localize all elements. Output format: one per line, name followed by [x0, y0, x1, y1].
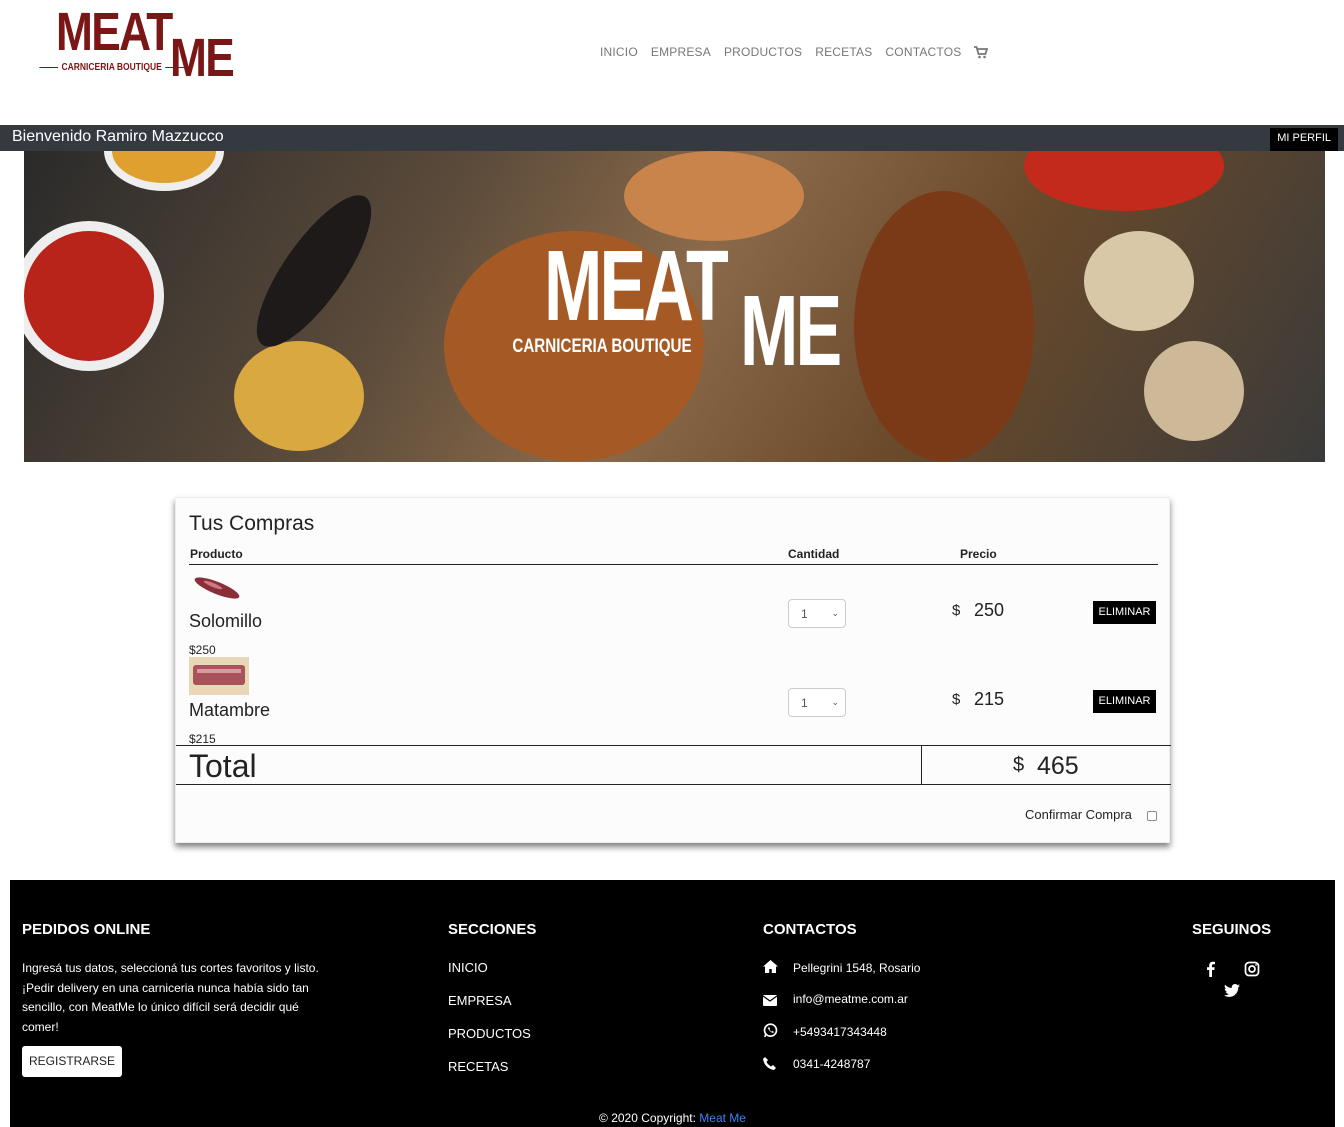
- footer-link-recetas[interactable]: RECETAS: [448, 1059, 508, 1074]
- instagram-icon[interactable]: [1244, 961, 1260, 977]
- footer-link-productos[interactable]: PRODUCTOS: [448, 1026, 531, 1041]
- product-name: Matambre: [189, 700, 271, 720]
- brand-logo[interactable]: MEAT ME CARNICERIA BOUTIQUE: [36, 4, 236, 86]
- whatsapp-icon: [763, 1023, 778, 1038]
- hero-logo: MEAT ME CARNICERIA BOUTIQUE: [506, 230, 846, 381]
- mushroom-image-2: [1144, 341, 1244, 441]
- quantity-value: 1: [801, 696, 808, 710]
- nav-contactos[interactable]: CONTACTOS: [885, 45, 961, 59]
- chevron-down-icon: ⌄: [831, 608, 839, 618]
- total-divider: [921, 746, 922, 784]
- welcome-bar: Bienvenido Ramiro Mazzucco MI PERFIL: [0, 125, 1344, 151]
- cart-row: Matambre $215 1 ⌄ $ 215 ELIMINAR: [189, 657, 1158, 746]
- column-header-quantity: Cantidad: [788, 547, 840, 561]
- cart-row: Solomillo $250 1 ⌄ $ 250 ELIMINAR: [189, 568, 1158, 657]
- welcome-text: Bienvenido Ramiro Mazzucco: [12, 128, 224, 145]
- home-icon: [763, 960, 778, 974]
- product-thumbnail: [189, 657, 249, 695]
- quantity-select[interactable]: 1 ⌄: [788, 599, 846, 628]
- hero-logo-tagline: CARNICERIA BOUTIQUE: [512, 336, 692, 357]
- quantity-select[interactable]: 1 ⌄: [788, 688, 846, 717]
- total-value: 465: [1037, 752, 1079, 780]
- contact-whatsapp[interactable]: +5493417343448: [793, 1025, 887, 1039]
- pepper-image: [1024, 151, 1224, 211]
- footer-contacts-title: CONTACTOS: [763, 921, 857, 938]
- product-unit-price: $215: [189, 732, 216, 746]
- product-price: 250: [974, 600, 1005, 620]
- nav-productos[interactable]: PRODUCTOS: [724, 45, 802, 59]
- cart-title: Tus Compras: [189, 512, 315, 535]
- product-thumbnail: [189, 568, 249, 606]
- my-profile-button[interactable]: MI PERFIL: [1270, 128, 1338, 151]
- contact-phone[interactable]: 0341-4248787: [793, 1057, 870, 1071]
- footer-link-empresa[interactable]: EMPRESA: [448, 993, 512, 1008]
- chevron-down-icon: ⌄: [831, 697, 839, 707]
- twitter-icon[interactable]: [1224, 984, 1240, 1000]
- cart-table-header: Producto Cantidad Precio: [189, 547, 1158, 565]
- meat-image: [854, 191, 1034, 461]
- confirm-purchase-checkbox[interactable]: [1147, 811, 1157, 821]
- logo-tagline: CARNICERIA BOUTIQUE: [36, 62, 162, 73]
- footer-link-inicio[interactable]: INICIO: [448, 960, 488, 975]
- cheese-bowl-image: [104, 151, 224, 191]
- confirm-purchase-label: Confirmar Compra: [1025, 807, 1132, 822]
- potato-image: [234, 341, 364, 451]
- main-nav: INICIO EMPRESA PRODUCTOS RECETAS CONTACT…: [600, 45, 989, 59]
- price-currency: $: [952, 602, 961, 619]
- nav-inicio[interactable]: INICIO: [600, 45, 638, 59]
- site-header: MEAT ME CARNICERIA BOUTIQUE INICIO EMPRE…: [0, 0, 1344, 125]
- cart-total-row: Total $ 465: [176, 745, 1171, 785]
- contact-email[interactable]: info@meatme.com.ar: [793, 992, 908, 1006]
- site-footer: PEDIDOS ONLINE Ingresá tus datos, selecc…: [10, 880, 1335, 1127]
- product-price: 215: [974, 689, 1005, 709]
- price-currency: $: [952, 691, 961, 708]
- envelope-icon: [762, 993, 778, 1007]
- total-label: Total: [189, 748, 257, 784]
- column-header-price: Precio: [960, 547, 997, 561]
- facebook-icon[interactable]: [1203, 961, 1219, 977]
- footer-online-text: Ingresá tus datos, seleccioná tus cortes…: [22, 961, 319, 1034]
- product-name: Solomillo: [189, 611, 263, 631]
- mushroom-image: [1084, 231, 1194, 331]
- register-button[interactable]: REGISTRARSE: [22, 1046, 122, 1077]
- footer-online-title: PEDIDOS ONLINE: [22, 921, 151, 938]
- phone-icon: [763, 1057, 777, 1071]
- contact-address: Pellegrini 1548, Rosario: [793, 961, 921, 975]
- cart-card: Tus Compras Producto Cantidad Precio Sol…: [175, 497, 1171, 843]
- remove-button[interactable]: ELIMINAR: [1093, 690, 1156, 713]
- logo-word-meat: MEAT: [56, 2, 173, 62]
- nav-recetas[interactable]: RECETAS: [815, 45, 872, 59]
- potato-image-2: [624, 151, 804, 241]
- shopping-cart-icon[interactable]: [974, 46, 989, 59]
- confirm-purchase[interactable]: Confirmar Compra: [1025, 807, 1157, 822]
- copyright-text: © 2020 Copyright:: [599, 1111, 696, 1125]
- quantity-value: 1: [801, 607, 808, 621]
- logo-word-me: ME: [170, 28, 235, 88]
- total-currency: $: [1013, 754, 1025, 776]
- product-unit-price: $250: [189, 643, 216, 657]
- nav-empresa[interactable]: EMPRESA: [651, 45, 711, 59]
- copyright: © 2020 Copyright: Meat Me: [10, 1111, 1335, 1125]
- footer-sections-title: SECCIONES: [448, 921, 537, 938]
- column-header-product: Producto: [190, 547, 243, 561]
- hero-logo-word-me: ME: [740, 275, 842, 387]
- hero-banner: MEAT ME CARNICERIA BOUTIQUE: [24, 151, 1325, 462]
- sauce-bowl-image: [24, 221, 164, 371]
- remove-button[interactable]: ELIMINAR: [1093, 601, 1156, 624]
- copyright-link[interactable]: Meat Me: [699, 1111, 746, 1125]
- hero-logo-word-meat: MEAT: [544, 230, 729, 342]
- footer-social-title: SEGUINOS: [1192, 921, 1272, 938]
- eggplant-image: [237, 180, 391, 362]
